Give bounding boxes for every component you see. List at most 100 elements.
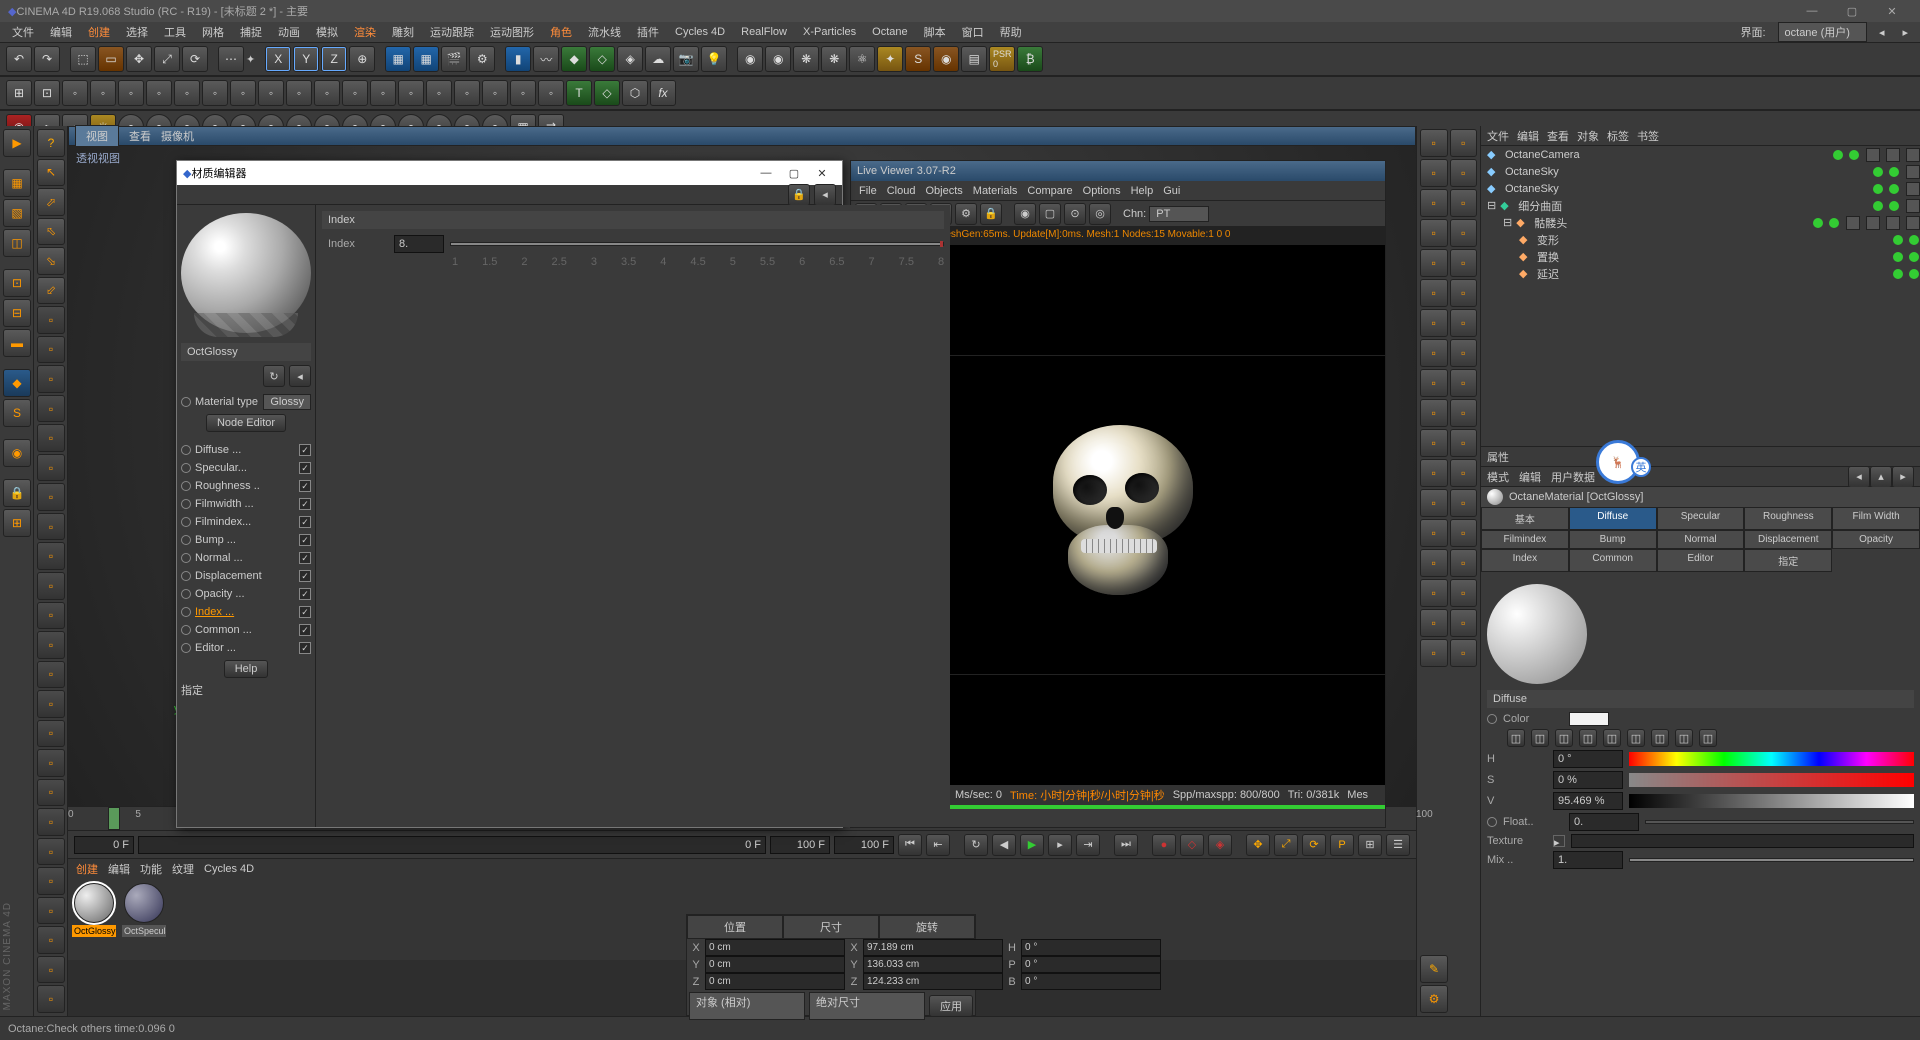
- channel-row[interactable]: Diffuse ...✓: [181, 441, 311, 459]
- object-name[interactable]: 变形: [1537, 232, 1888, 248]
- xp-tool-3[interactable]: ❋: [793, 46, 819, 72]
- palette-tool-11[interactable]: ▫: [1450, 279, 1478, 307]
- channel-radio-icon[interactable]: [181, 481, 191, 491]
- edge-mode-button[interactable]: ⊟: [3, 299, 31, 327]
- snap-tool-6[interactable]: ◦: [174, 80, 200, 106]
- matbrowser-menu-Cycles 4D[interactable]: Cycles 4D: [204, 863, 254, 875]
- object-row[interactable]: ◆OctaneSky: [1481, 180, 1920, 197]
- channel-row[interactable]: Specular...✓: [181, 459, 311, 477]
- material-refresh-icon[interactable]: ↻: [263, 365, 285, 387]
- cursor-arrow-button[interactable]: ↖: [37, 159, 65, 187]
- snap-tool-9[interactable]: ◦: [258, 80, 284, 106]
- channel-checkbox[interactable]: ✓: [299, 534, 311, 546]
- modeling-tool-4[interactable]: ▫: [37, 424, 65, 452]
- palette-tool-28[interactable]: ▫: [1420, 549, 1448, 577]
- palette-tool-32[interactable]: ▫: [1420, 609, 1448, 637]
- frame-slider-field[interactable]: [138, 836, 766, 854]
- channel-label[interactable]: Editor ...: [195, 642, 295, 654]
- snap-tool-13[interactable]: ◦: [370, 80, 396, 106]
- coord-field[interactable]: [705, 973, 845, 990]
- index-field[interactable]: [394, 235, 444, 253]
- snap-tool-1[interactable]: ⊡: [34, 80, 60, 106]
- attr-tab-displacement[interactable]: Displacement: [1744, 530, 1832, 549]
- attr-tab-指定[interactable]: 指定: [1744, 549, 1832, 572]
- snap-tool-8[interactable]: ◦: [230, 80, 256, 106]
- menu-脚本[interactable]: 脚本: [918, 22, 952, 42]
- octane-s-button[interactable]: S: [905, 46, 931, 72]
- color-radio-icon[interactable]: [1487, 714, 1497, 724]
- modeling-tool-6[interactable]: ▫: [37, 483, 65, 511]
- snap-tool-15[interactable]: ◦: [426, 80, 452, 106]
- minimize-button[interactable]: —: [1792, 5, 1832, 17]
- cursor-tool-a[interactable]: ⬀: [37, 188, 65, 216]
- add-cube-button[interactable]: ▮: [505, 46, 531, 72]
- select-live-button[interactable]: ⬚: [70, 46, 96, 72]
- channel-label[interactable]: Index ...: [195, 606, 295, 618]
- psr-button[interactable]: PSR0: [989, 46, 1015, 72]
- menu-动画[interactable]: 动画: [272, 22, 306, 42]
- sat-field[interactable]: [1553, 771, 1623, 789]
- menu-角色[interactable]: 角色: [544, 22, 578, 42]
- attr-tab-specular[interactable]: Specular: [1657, 507, 1745, 530]
- misc-tool-button[interactable]: ₿: [1017, 46, 1043, 72]
- rotate-button[interactable]: ⟳: [182, 46, 208, 72]
- object-name[interactable]: OctaneCamera: [1505, 149, 1828, 161]
- modeling-tool-11[interactable]: ▫: [37, 631, 65, 659]
- modeling-tool-18[interactable]: ▫: [37, 838, 65, 866]
- channel-checkbox[interactable]: ✓: [299, 444, 311, 456]
- channel-label[interactable]: Filmindex...: [195, 516, 295, 528]
- material-item-OctSpecular[interactable]: OctSpecular: [122, 883, 166, 939]
- xp-tool-1[interactable]: ◉: [737, 46, 763, 72]
- sat-slider[interactable]: [1629, 773, 1914, 787]
- modeling-tool-5[interactable]: ▫: [37, 454, 65, 482]
- palette-tool-8[interactable]: ▫: [1420, 249, 1448, 277]
- object-manager-tree[interactable]: ◆OctaneCamera◆OctaneSky◆OctaneSky⊟◆细分曲面⊟…: [1481, 146, 1920, 446]
- modeling-tool-20[interactable]: ▫: [37, 897, 65, 925]
- palette-tool-35[interactable]: ▫: [1450, 639, 1478, 667]
- autokey-button[interactable]: ◇: [1180, 834, 1204, 856]
- loop-button[interactable]: ↻: [964, 834, 988, 856]
- material-preview-ball[interactable]: [181, 213, 311, 333]
- material-item-OctGlossy[interactable]: OctGlossy: [72, 883, 116, 939]
- close-button[interactable]: ✕: [1872, 5, 1912, 18]
- menu-插件[interactable]: 插件: [631, 22, 665, 42]
- ime-badge[interactable]: 🦌 英: [1596, 440, 1640, 484]
- snap-tool-17[interactable]: ◦: [482, 80, 508, 106]
- object-name[interactable]: OctaneSky: [1505, 183, 1868, 195]
- lv-menu-materials[interactable]: Materials: [973, 185, 1018, 197]
- cursor-tool-d[interactable]: ⬃: [37, 277, 65, 305]
- visibility-editor-dot[interactable]: [1873, 201, 1883, 211]
- attr-nav-prev-icon[interactable]: ◂: [1848, 466, 1870, 488]
- visibility-editor-dot[interactable]: [1813, 218, 1823, 228]
- channel-row[interactable]: Displacement✓: [181, 567, 311, 585]
- snap-tool-7[interactable]: ◦: [202, 80, 228, 106]
- color-picker-mode-3[interactable]: ◫: [1579, 729, 1597, 747]
- modeling-tool-9[interactable]: ▫: [37, 572, 65, 600]
- palette-tool-13[interactable]: ▫: [1450, 309, 1478, 337]
- attr-tab-index[interactable]: Index: [1481, 549, 1569, 572]
- attr-tab-基本[interactable]: 基本: [1481, 507, 1569, 530]
- attr-menu-模式[interactable]: 模式: [1487, 469, 1509, 485]
- color-picker-mode-5[interactable]: ◫: [1627, 729, 1645, 747]
- channel-label[interactable]: Displacement: [195, 570, 295, 582]
- scale-button[interactable]: ⤢: [154, 46, 180, 72]
- snap-tool-2[interactable]: ◦: [62, 80, 88, 106]
- color-picker-mode-4[interactable]: ◫: [1603, 729, 1621, 747]
- modeling-tool-16[interactable]: ▫: [37, 779, 65, 807]
- float-radio-icon[interactable]: [1487, 817, 1497, 827]
- channel-radio-icon[interactable]: [181, 625, 191, 635]
- color-picker-mode-7[interactable]: ◫: [1675, 729, 1693, 747]
- lock-button[interactable]: 🔒: [3, 479, 31, 507]
- modeling-tool-15[interactable]: ▫: [37, 749, 65, 777]
- menu-运动图形[interactable]: 运动图形: [484, 22, 540, 42]
- help-button[interactable]: Help: [224, 660, 269, 678]
- coord-field[interactable]: [1021, 956, 1161, 973]
- cursor-tool-c[interactable]: ⬂: [37, 247, 65, 275]
- channel-label[interactable]: Normal ...: [195, 552, 295, 564]
- xp-tool-6[interactable]: ✦: [877, 46, 903, 72]
- expand-icon[interactable]: ⊟: [1487, 199, 1496, 212]
- coord-system-button[interactable]: ⊕: [349, 46, 375, 72]
- modeling-tool-14[interactable]: ▫: [37, 720, 65, 748]
- object-row[interactable]: ⊟◆骷髅头: [1481, 214, 1920, 231]
- channel-radio-icon[interactable]: [181, 553, 191, 563]
